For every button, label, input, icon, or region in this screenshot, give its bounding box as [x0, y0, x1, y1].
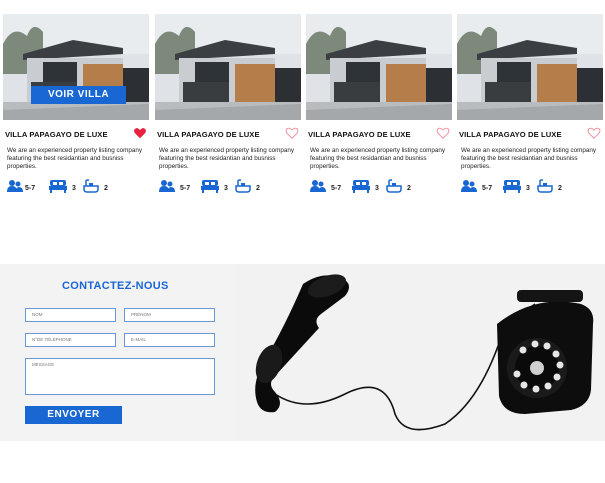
- listing-description: We are an experienced property listing c…: [159, 147, 294, 171]
- baths-count: 2: [558, 185, 562, 192]
- beds-count: 3: [375, 185, 379, 192]
- name-field[interactable]: NOM: [25, 308, 116, 322]
- listing-card[interactable]: VOIR VILLA VILLA PAPAGAYO DE LUXE We are…: [3, 14, 149, 204]
- first-name-field[interactable]: PRÉNOM: [124, 308, 215, 322]
- bed-icon: [49, 180, 67, 193]
- amenities: 5-7 3 2: [461, 179, 603, 195]
- guests-count: 5-7: [482, 185, 493, 192]
- message-field[interactable]: MESSAGE: [25, 358, 215, 395]
- email-field-placeholder: E-MAIL: [131, 337, 147, 342]
- phone-field-placeholder: N°DE TÉLÉPHONE: [32, 337, 72, 342]
- listing-card[interactable]: VILLA PAPAGAYO DE LUXE We are an experie…: [306, 14, 452, 204]
- first-name-field-placeholder: PRÉNOM: [131, 312, 151, 317]
- listing-title[interactable]: VILLA PAPAGAYO DE LUXE: [5, 130, 108, 139]
- bathtub-icon: [235, 179, 251, 193]
- users-icon: [310, 180, 326, 192]
- amenities: 5-7 3 2: [159, 179, 301, 195]
- villa-photo[interactable]: VOIR VILLA: [3, 14, 149, 120]
- guests-count: 5-7: [331, 185, 342, 192]
- contact-title: CONTACTEZ-NOUS: [62, 280, 169, 292]
- guests-count: 5-7: [25, 185, 36, 192]
- heart-icon[interactable]: [587, 126, 601, 140]
- users-icon: [461, 180, 477, 192]
- heart-icon[interactable]: [133, 126, 147, 140]
- listing-grid: VOIR VILLA VILLA PAPAGAYO DE LUXE We are…: [0, 14, 605, 204]
- message-field-placeholder: MESSAGE: [32, 362, 55, 367]
- rotary-phone-image: [235, 264, 605, 441]
- email-field[interactable]: E-MAIL: [124, 333, 215, 347]
- bed-icon: [352, 180, 370, 193]
- name-field-placeholder: NOM: [32, 312, 43, 317]
- listing-description: We are an experienced property listing c…: [7, 147, 142, 171]
- amenities: 5-7 3 2: [7, 179, 149, 195]
- listing-title[interactable]: VILLA PAPAGAYO DE LUXE: [308, 130, 411, 139]
- listing-description: We are an experienced property listing c…: [461, 147, 596, 171]
- bed-icon: [503, 180, 521, 193]
- phone-field[interactable]: N°DE TÉLÉPHONE: [25, 333, 116, 347]
- users-icon: [7, 180, 23, 192]
- bathtub-icon: [537, 179, 553, 193]
- listing-title[interactable]: VILLA PAPAGAYO DE LUXE: [459, 130, 562, 139]
- view-villa-button[interactable]: VOIR VILLA: [31, 86, 126, 104]
- beds-count: 3: [224, 185, 228, 192]
- baths-count: 2: [104, 185, 108, 192]
- listing-card[interactable]: VILLA PAPAGAYO DE LUXE We are an experie…: [155, 14, 301, 204]
- bed-icon: [201, 180, 219, 193]
- amenities: 5-7 3 2: [310, 179, 452, 195]
- villa-photo[interactable]: [457, 14, 603, 120]
- beds-count: 3: [72, 185, 76, 192]
- users-icon: [159, 180, 175, 192]
- heart-icon[interactable]: [285, 126, 299, 140]
- listing-description: We are an experienced property listing c…: [310, 147, 445, 171]
- bathtub-icon: [386, 179, 402, 193]
- listing-title[interactable]: VILLA PAPAGAYO DE LUXE: [157, 130, 260, 139]
- villa-photo[interactable]: [306, 14, 452, 120]
- villa-photo[interactable]: [155, 14, 301, 120]
- listing-card[interactable]: VILLA PAPAGAYO DE LUXE We are an experie…: [457, 14, 603, 204]
- contact-section: CONTACTEZ-NOUS NOM PRÉNOM N°DE TÉLÉPHONE…: [0, 264, 605, 441]
- heart-icon[interactable]: [436, 126, 450, 140]
- bathtub-icon: [83, 179, 99, 193]
- send-button[interactable]: ENVOYER: [25, 406, 122, 424]
- beds-count: 3: [526, 185, 530, 192]
- baths-count: 2: [407, 185, 411, 192]
- page: VOIR VILLA VILLA PAPAGAYO DE LUXE We are…: [0, 0, 605, 483]
- guests-count: 5-7: [180, 185, 191, 192]
- baths-count: 2: [256, 185, 260, 192]
